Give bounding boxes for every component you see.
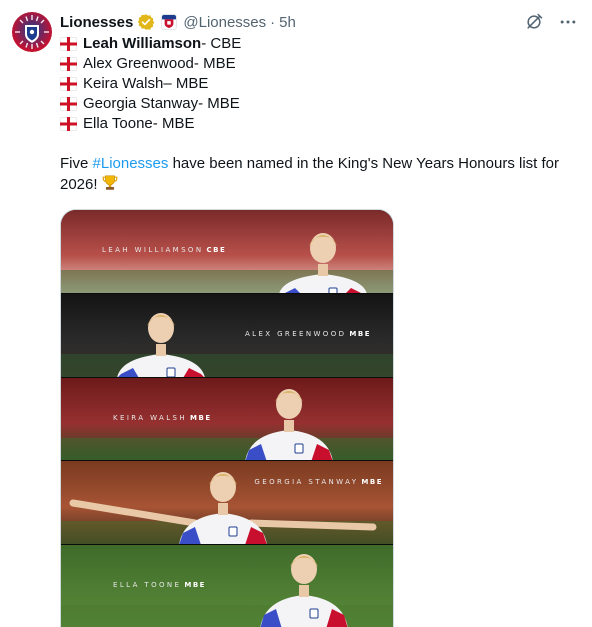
player-award: MBE [349, 330, 371, 339]
tweet-text: Leah Williamson - CBE Alex Greenwood - MB… [60, 34, 580, 195]
player-name: GEORGIA STANWAY [254, 478, 359, 487]
honour-name: Ella Toone [83, 115, 153, 132]
player-name: ALEX GREENWOOD [244, 330, 347, 339]
lionesses-logo-icon [15, 15, 49, 49]
timestamp[interactable]: 5h [279, 14, 296, 31]
honour-line: Georgia Stanway - MBE [60, 94, 580, 114]
media-panel: KEIRA WALSH MBE [61, 376, 393, 461]
player-photo [61, 553, 393, 627]
media-panel: LEAH WILLIAMSON CBE [61, 210, 393, 294]
honour-line: Ella Toone - MBE [60, 114, 580, 134]
honour-line: Leah Williamson - CBE [60, 34, 580, 54]
handle[interactable]: @Lionesses [183, 14, 266, 31]
tweet[interactable]: Lionesses @Lionesses · 5h Leah Williamso… [0, 0, 592, 627]
panel-caption: ALEX GREENWOOD MBE [245, 330, 371, 338]
tweet-header: Lionesses @Lionesses · 5h [60, 12, 296, 32]
panel-caption: LEAH WILLIAMSON CBE [102, 246, 226, 254]
honour-name: Keira Walsh [83, 75, 164, 92]
player-photo [61, 388, 393, 461]
media-panel: GEORGIA STANWAY MBE [61, 460, 393, 544]
message-before: Five [60, 155, 93, 172]
verified-badge-icon [137, 13, 155, 31]
player-name: KEIRA WALSH [113, 413, 188, 422]
honour-award: - MBE [152, 115, 195, 132]
player-award: MBE [361, 478, 383, 487]
media-image[interactable]: LEAH WILLIAMSON CBE ALEX GREENWOOD MBE KEIRA… [60, 209, 394, 627]
england-flag-icon [60, 97, 77, 111]
tweet-message: Five #Lionesses have been named in the K… [60, 154, 580, 195]
media-panel: ELLA TOONE MBE [61, 543, 393, 627]
grok-icon[interactable] [522, 10, 546, 34]
player-award: MBE [184, 580, 206, 589]
honour-award: - CBE [201, 35, 242, 52]
honour-line: Alex Greenwood - MBE [60, 54, 580, 74]
display-name[interactable]: Lionesses [60, 14, 133, 31]
player-award: MBE [190, 413, 212, 422]
player-photo [61, 472, 393, 544]
panel-caption: GEORGIA STANWAY MBE [254, 478, 383, 486]
england-flag-icon [60, 57, 77, 71]
affiliate-badge-icon[interactable] [161, 14, 178, 30]
tweet-actions [522, 10, 580, 34]
england-flag-icon [60, 77, 77, 91]
separator-dot: · [270, 13, 276, 31]
avatar[interactable] [12, 12, 52, 52]
england-flag-icon [60, 37, 77, 51]
panel-caption: KEIRA WALSH MBE [113, 414, 212, 422]
honour-name: Leah Williamson [83, 35, 202, 52]
honour-award: - MBE [193, 55, 236, 72]
honour-award: – MBE [163, 75, 209, 92]
honours-list: Leah Williamson - CBE Alex Greenwood - MB… [60, 34, 580, 134]
honour-award: - MBE [198, 95, 240, 112]
player-name: LEAH WILLIAMSON [102, 246, 204, 254]
panel-caption: ELLA TOONE MBE [113, 581, 206, 589]
player-name: ELLA TOONE [113, 580, 182, 589]
honour-line: Keira Walsh – MBE [60, 74, 580, 94]
honour-name: Georgia Stanway [83, 95, 199, 112]
honour-name: Alex Greenwood [83, 55, 194, 72]
player-award: CBE [206, 246, 227, 254]
trophy-icon [101, 174, 119, 192]
media-panel: ALEX GREENWOOD MBE [61, 293, 393, 377]
england-flag-icon [60, 117, 77, 131]
more-icon[interactable] [556, 10, 580, 34]
hashtag-link[interactable]: #Lionesses [93, 155, 169, 172]
